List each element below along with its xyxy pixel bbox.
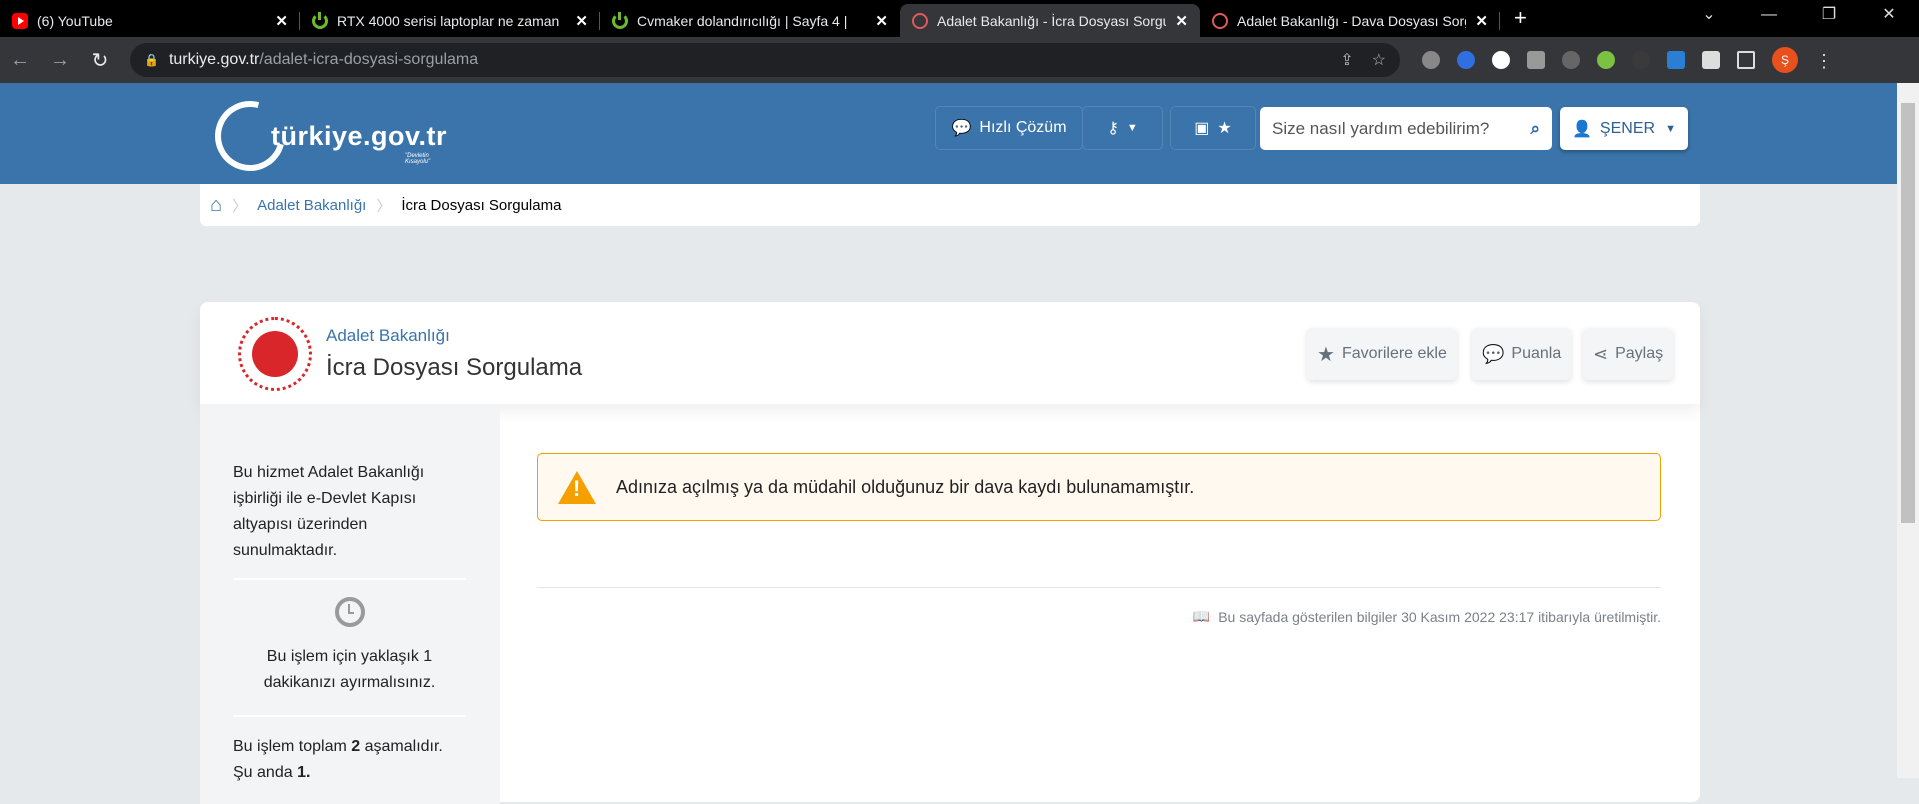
service-info: Bu hizmet Adalet Bakanlığı işbirliği ile… (233, 464, 425, 559)
turkiye-gov-logo[interactable]: türkiye.gov.tr "Devletin Kısayolu" (202, 88, 447, 184)
caret-down-icon: ▼ (1126, 122, 1138, 134)
edevlet-icon (912, 12, 928, 29)
card-favorites-button[interactable]: ▣ ★ (1170, 106, 1256, 150)
edevlet-icon (1212, 12, 1228, 29)
side-panel-icon[interactable] (1737, 51, 1755, 69)
extension-icon[interactable] (1632, 51, 1650, 69)
warning-alert: Adınıza açılmış ya da müdahil olduğunuz … (537, 453, 1661, 521)
page-scrollbar[interactable] (1897, 83, 1919, 778)
star-icon: ★ (1217, 120, 1232, 137)
rate-button[interactable]: 💬 Puanla (1472, 328, 1572, 380)
close-window-button[interactable]: ✕ (1859, 0, 1919, 30)
bookmark-star-icon[interactable]: ☆ (1372, 50, 1386, 70)
lock-icon: 🔒 (144, 53, 159, 67)
power-icon (612, 11, 628, 29)
minimize-button[interactable]: — (1739, 0, 1799, 30)
url-input[interactable]: 🔒 turkiye.gov.tr/adalet-icra-dosyasi-sor… (130, 43, 1400, 77)
search-icon[interactable]: ⌕ (1530, 119, 1540, 139)
user-menu-button[interactable]: 👤 ŞENER ▼ (1560, 107, 1688, 150)
clock-icon (335, 597, 365, 627)
speech-bubble-icon: 💬 (1482, 343, 1505, 364)
close-tab-icon[interactable]: ✕ (275, 12, 288, 30)
sidebar: Bu hizmet Adalet Bakanlığı işbirliği ile… (200, 404, 500, 804)
extension-icon[interactable] (1597, 51, 1615, 69)
key-menu-button[interactable]: ⚷ ▼ (1082, 106, 1163, 150)
tab-strip: (6) YouTube ✕ RTX 4000 serisi laptoplar n… (0, 0, 1919, 37)
book-icon: 📖 (1192, 608, 1211, 624)
extension-icon[interactable] (1422, 51, 1440, 69)
close-tab-icon[interactable]: ✕ (575, 12, 588, 30)
id-card-icon: ▣ (1194, 120, 1210, 137)
tab-search-icon[interactable]: ⌄ (1679, 0, 1739, 30)
extension-icon[interactable] (1667, 51, 1685, 69)
extension-icon[interactable] (1562, 51, 1580, 69)
tab-youtube[interactable]: (6) YouTube ✕ (0, 4, 300, 37)
caret-down-icon: ▼ (1665, 122, 1676, 135)
institution-name[interactable]: Adalet Bakanlığı (326, 326, 450, 346)
warning-icon (558, 470, 596, 504)
profile-avatar[interactable]: Ş (1772, 47, 1798, 73)
breadcrumb: ⌂ 〉 Adalet Bakanlığı 〉 İcra Dosyası Sorgul… (200, 184, 1700, 226)
key-icon: ⚷ (1107, 120, 1119, 137)
breadcrumb-current: İcra Dosyası Sorgulama (401, 196, 562, 214)
power-icon (312, 11, 328, 29)
duration-info: Bu işlem için yaklaşık 1 dakikanızı ayır… (263, 648, 436, 691)
close-tab-icon[interactable]: ✕ (875, 12, 888, 30)
search-input[interactable]: Size nasıl yardım edebilirim? ⌕ (1260, 107, 1552, 150)
user-icon: 👤 (1572, 120, 1592, 138)
close-tab-icon[interactable]: ✕ (1475, 12, 1488, 30)
tab-rtx[interactable]: RTX 4000 serisi laptoplar ne zaman ✕ (300, 4, 600, 37)
generated-note: 📖 Bu sayfada gösterilen bilgiler 30 Kasım… (1192, 608, 1661, 625)
quick-solution-button[interactable]: 💬 Hızlı Çözüm (935, 106, 1083, 150)
forward-button[interactable]: → (40, 49, 80, 72)
share-icon[interactable]: ⇪ (1340, 50, 1353, 70)
share-button[interactable]: ⋖ Paylaş (1583, 328, 1674, 380)
steps-info: Bu işlem toplam 2 aşamalıdır. Şu anda 1. (233, 738, 443, 781)
restore-button[interactable]: ❐ (1799, 0, 1859, 30)
star-icon: ★ (1317, 343, 1335, 366)
breadcrumb-adalet[interactable]: Adalet Bakanlığı (257, 197, 366, 214)
extension-icon[interactable] (1457, 51, 1475, 69)
extension-icon[interactable] (1527, 51, 1545, 69)
back-button[interactable]: ← (0, 49, 40, 72)
menu-icon[interactable]: ⋮ (1815, 51, 1833, 71)
adalet-bakanligi-seal (238, 317, 312, 391)
reload-button[interactable]: ↻ (80, 48, 120, 73)
share-icon: ⋖ (1593, 343, 1609, 364)
tab-cvmaker[interactable]: Cvmaker dolandırıcılığı | Sayfa 4 | ✕ (600, 4, 900, 37)
page-title: İcra Dosyası Sorgulama (326, 354, 583, 381)
puzzle-icon[interactable] (1702, 51, 1720, 69)
new-tab-button[interactable]: + (1514, 5, 1527, 31)
tab-icra[interactable]: Adalet Bakanlığı - İcra Dosyası Sorgulam… (900, 4, 1200, 37)
add-favorite-button[interactable]: ★ Favorilere ekle (1307, 328, 1457, 380)
close-tab-icon[interactable]: ✕ (1175, 12, 1188, 30)
tab-dava[interactable]: Adalet Bakanlığı - Dava Dosyası Sorgulam… (1200, 4, 1500, 37)
chat-icon: 💬 (951, 120, 972, 137)
address-bar-row: ← → ↻ 🔒 turkiye.gov.tr/adalet-icra-dosya… (0, 37, 1919, 83)
extension-icon[interactable] (1492, 51, 1510, 69)
home-icon[interactable]: ⌂ (210, 194, 222, 217)
site-header: türkiye.gov.tr "Devletin Kısayolu" 💬 Hızlı… (0, 83, 1897, 184)
youtube-icon (12, 12, 28, 29)
service-card: Adalet Bakanlığı İcra Dosyası Sorgulama … (200, 302, 1700, 804)
